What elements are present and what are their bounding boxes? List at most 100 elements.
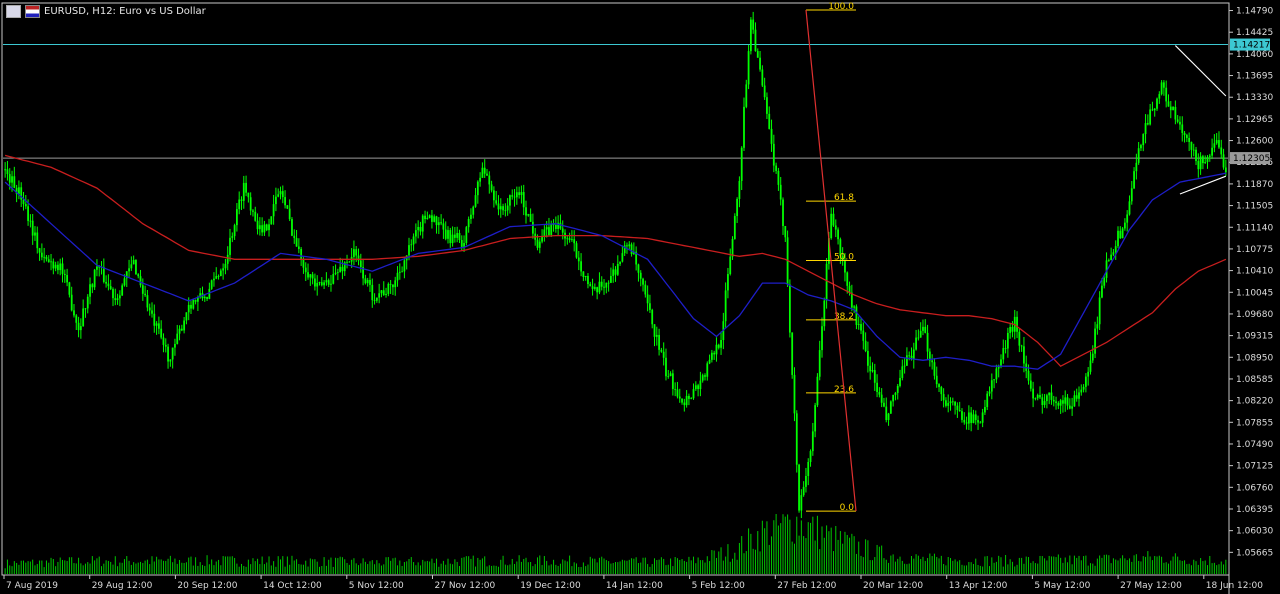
candle-body — [70, 294, 73, 311]
candle-body — [192, 299, 195, 309]
candle-body — [1094, 328, 1096, 354]
candle-body — [440, 222, 443, 224]
candle-body — [268, 224, 270, 231]
candle-body — [538, 241, 541, 248]
candle-body — [229, 237, 231, 255]
candle-body — [86, 296, 89, 309]
price-chart[interactable]: 100.061.850.038.223.60.0 1.147901.144251… — [0, 0, 1280, 594]
candle-body — [258, 225, 261, 230]
candle-body — [1197, 161, 1200, 170]
fib-level-label: 100.0 — [828, 2, 854, 12]
candle-body — [612, 269, 615, 276]
candle-body — [174, 343, 176, 348]
candle-body — [949, 401, 952, 404]
candle-body — [752, 19, 755, 30]
candle-body — [733, 216, 736, 239]
candle-body — [1107, 259, 1110, 261]
candle-body — [761, 69, 764, 86]
candle-body — [740, 147, 743, 181]
candle-body — [403, 260, 406, 272]
candle-body — [93, 269, 96, 288]
candle-body — [853, 306, 856, 308]
time-tick-label: 18 Jun 12:00 — [1206, 581, 1263, 591]
candle-body — [8, 174, 11, 183]
candle-body — [642, 278, 644, 285]
candle-body — [963, 419, 966, 423]
candle-body — [1121, 228, 1124, 239]
candle-body — [146, 295, 149, 308]
fib-level-label: 50.0 — [834, 253, 854, 263]
candle-body — [1149, 109, 1152, 125]
candle-body — [772, 143, 775, 166]
candle-body — [272, 204, 275, 217]
candle-body — [1009, 326, 1012, 333]
candle-body — [18, 187, 20, 194]
candle-body — [233, 225, 236, 237]
candle-body — [1034, 398, 1037, 399]
candle-body — [217, 276, 220, 277]
candle-body — [132, 259, 135, 265]
candle-body — [495, 200, 498, 204]
candle-body — [38, 248, 41, 253]
candle-body — [713, 352, 716, 355]
candle-body — [185, 312, 188, 321]
candle-body — [536, 239, 539, 248]
candle-body — [1160, 82, 1163, 95]
price-tick-label: 1.06030 — [1236, 527, 1273, 537]
candle-body — [1016, 316, 1018, 332]
candle-body — [745, 84, 748, 107]
candle-body — [178, 328, 181, 334]
candle-body — [1123, 222, 1126, 229]
candle-body — [467, 219, 470, 228]
candle-body — [394, 280, 397, 288]
candle-body — [995, 368, 998, 380]
candle-body — [277, 194, 280, 197]
candle-body — [873, 370, 876, 383]
candle-body — [1133, 171, 1135, 189]
trendline — [1174, 45, 1227, 97]
candle-body — [970, 412, 973, 423]
candle-body — [1080, 389, 1083, 393]
candle-body — [912, 349, 915, 360]
candle-body — [330, 283, 332, 285]
candle-body — [749, 19, 752, 52]
candle-body — [896, 385, 899, 393]
ma-slow-line — [4, 154, 1227, 368]
candle-body — [1179, 121, 1181, 125]
candle-body — [348, 261, 351, 263]
candle-body — [630, 244, 633, 254]
candle-body — [1195, 149, 1197, 162]
candle-body — [658, 334, 660, 350]
candle-body — [977, 420, 979, 423]
candle-body — [1011, 326, 1014, 332]
candle-body — [600, 281, 603, 287]
chart-window[interactable]: EURUSD, H12: Euro vs US Dollar 100.0 61.8… — [0, 0, 1280, 594]
candle-body — [857, 324, 860, 325]
candle-body — [84, 308, 87, 310]
candle-body — [346, 261, 348, 263]
candle-body — [447, 230, 449, 239]
candle-body — [128, 268, 130, 272]
fib-level-label: 61.8 — [834, 193, 854, 203]
candle-body — [1045, 395, 1048, 402]
candle-body — [1190, 141, 1193, 150]
candle-body — [1087, 371, 1090, 377]
candle-body — [61, 263, 64, 274]
candle-body — [387, 283, 390, 294]
candle-body — [24, 204, 27, 207]
candle-body — [1208, 155, 1211, 158]
candle-body — [1066, 397, 1069, 406]
candle-body — [1110, 254, 1113, 260]
candle-body — [637, 264, 640, 273]
candle-body — [176, 333, 179, 344]
candle-body — [1156, 98, 1158, 109]
candle-body — [832, 213, 835, 226]
candle-body — [671, 373, 674, 389]
candle-body — [1004, 348, 1007, 349]
candle-body — [82, 308, 85, 327]
candle-body — [1172, 106, 1174, 111]
candle-body — [36, 232, 39, 249]
candle-body — [954, 401, 956, 406]
candle-body — [649, 303, 651, 310]
candle-body — [541, 236, 543, 242]
